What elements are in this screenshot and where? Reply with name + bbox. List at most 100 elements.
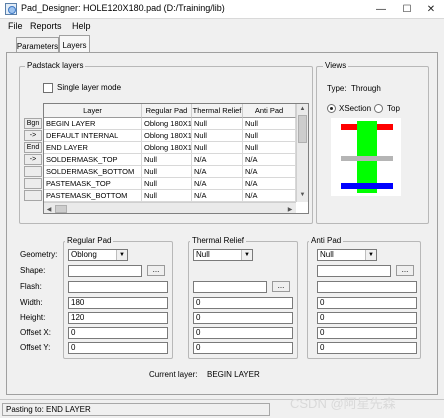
regular-pad-geometry-select[interactable]: Oblong ▼ (68, 249, 128, 261)
regular-pad-height-input[interactable]: 120 (68, 312, 168, 324)
single-layer-mode-checkbox[interactable] (43, 83, 53, 93)
regular-pad-flash-input[interactable] (68, 281, 168, 293)
chevron-down-icon[interactable]: ▼ (365, 250, 376, 260)
column-header-layer[interactable]: Layer (44, 104, 142, 118)
cell-thermal-relief[interactable]: N/A (192, 166, 243, 178)
app-icon (5, 3, 17, 15)
cell-layer[interactable]: BEGIN LAYER (44, 118, 142, 130)
scroll-right-icon[interactable]: ▶ (285, 204, 295, 213)
anti-pad-shape-browse-button[interactable]: ... (396, 265, 414, 276)
thermal-relief-width-input[interactable]: 0 (193, 297, 293, 309)
cell-layer[interactable]: PASTEMASK_TOP (44, 178, 142, 190)
scroll-left-icon[interactable]: ◀ (44, 204, 54, 213)
cell-anti-pad[interactable]: N/A (243, 166, 296, 178)
chevron-down-icon[interactable]: ▼ (116, 250, 127, 260)
cell-thermal-relief[interactable]: N/A (192, 178, 243, 190)
height-label: Height: (20, 313, 46, 322)
cell-anti-pad[interactable]: N/A (243, 154, 296, 166)
table-row[interactable]: DEFAULT INTERNALOblong 180X120NullNull (44, 130, 296, 142)
menu-bar: File Reports Help (0, 19, 444, 33)
menu-reports[interactable]: Reports (30, 21, 62, 31)
scroll-down-icon[interactable]: ▼ (297, 190, 308, 200)
column-header-thermal-relief[interactable]: Thermal Relief (192, 104, 243, 118)
anti-pad-offset-x-input[interactable]: 0 (317, 327, 417, 339)
table-row[interactable]: BEGIN LAYEROblong 180X120NullNull (44, 118, 296, 130)
padstack-layers-title: Padstack layers (25, 61, 86, 70)
layer-table-horizontal-scrollbar[interactable]: ◀ ▶ (44, 202, 296, 213)
table-row[interactable]: SOLDERMASK_BOTTOM Null N/A N/A (44, 166, 296, 178)
geometry-label: Geometry: (20, 250, 58, 259)
thermal-relief-height-input[interactable]: 0 (193, 312, 293, 324)
regular-pad-offset-y-input[interactable]: 0 (68, 342, 168, 354)
cell-layer[interactable]: END LAYER (44, 142, 142, 154)
vertical-scroll-thumb[interactable] (298, 115, 307, 143)
layer-table[interactable]: Layer Regular Pad Thermal Relief Anti Pa… (43, 103, 309, 214)
chevron-down-icon[interactable]: ▼ (241, 250, 252, 260)
column-header-regular-pad[interactable]: Regular Pad (142, 104, 192, 118)
anti-pad-flash-input[interactable] (317, 281, 417, 293)
layers-panel: Padstack layers Single layer mode Layer … (6, 52, 438, 395)
cell-thermal-relief[interactable]: N/A (192, 190, 243, 202)
cell-layer[interactable]: DEFAULT INTERNAL (44, 130, 142, 142)
scroll-up-icon[interactable]: ▲ (297, 104, 308, 114)
cell-anti-pad[interactable]: Null (243, 130, 296, 142)
cell-regular-pad[interactable]: Null (142, 178, 192, 190)
regular-pad-width-input[interactable]: 180 (68, 297, 168, 309)
cell-thermal-relief[interactable]: Null (192, 118, 243, 130)
anti-pad-offset-y-input[interactable]: 0 (317, 342, 417, 354)
row-copy-button[interactable] (24, 178, 42, 189)
thermal-relief-offset-x-input[interactable]: 0 (193, 327, 293, 339)
top-view-radio[interactable] (374, 104, 383, 113)
layer-table-vertical-scrollbar[interactable]: ▲ ▼ (296, 104, 308, 202)
anti-pad-shape-input[interactable] (317, 265, 391, 277)
anti-pad-width-input[interactable]: 0 (317, 297, 417, 309)
table-row[interactable]: PASTEMASK_TOP Null N/A N/A (44, 178, 296, 190)
table-row[interactable]: PASTEMASK_BOTTOM Null N/A N/A (44, 190, 296, 202)
regular-pad-shape-input[interactable] (68, 265, 142, 277)
menu-file[interactable]: File (8, 21, 23, 31)
regular-pad-title: Regular Pad (65, 236, 114, 245)
cell-layer[interactable]: PASTEMASK_BOTTOM (44, 190, 142, 202)
cell-thermal-relief[interactable]: Null (192, 130, 243, 142)
status-text: Pasting to: END LAYER (2, 403, 270, 416)
cell-regular-pad[interactable]: Null (142, 154, 192, 166)
cell-anti-pad[interactable]: N/A (243, 178, 296, 190)
row-copy-button[interactable] (24, 190, 42, 201)
maximize-icon[interactable]: ☐ (394, 0, 420, 19)
row-copy-button[interactable]: -> (24, 154, 42, 165)
anti-pad-geometry-select[interactable]: Null ▼ (317, 249, 377, 261)
cell-anti-pad[interactable]: Null (243, 118, 296, 130)
row-copy-button[interactable]: End (24, 142, 42, 153)
horizontal-scroll-thumb[interactable] (55, 205, 67, 213)
cell-anti-pad[interactable]: N/A (243, 190, 296, 202)
cell-layer[interactable]: SOLDERMASK_TOP (44, 154, 142, 166)
cell-thermal-relief[interactable]: N/A (192, 154, 243, 166)
table-row[interactable]: END LAYEROblong 180X120NullNull (44, 142, 296, 154)
row-copy-button[interactable]: Bgn (24, 118, 42, 129)
regular-pad-shape-browse-button[interactable]: ... (147, 265, 165, 276)
cell-anti-pad[interactable]: Null (243, 142, 296, 154)
thermal-relief-title: Thermal Relief (190, 236, 247, 245)
thermal-relief-offset-y-input[interactable]: 0 (193, 342, 293, 354)
row-copy-button[interactable]: -> (24, 130, 42, 141)
anti-pad-height-input[interactable]: 0 (317, 312, 417, 324)
close-icon[interactable]: ✕ (418, 0, 444, 19)
cell-regular-pad[interactable]: Oblong 180X120 (142, 118, 192, 130)
cell-layer[interactable]: SOLDERMASK_BOTTOM (44, 166, 142, 178)
thermal-relief-flash-browse-button[interactable]: ... (272, 281, 290, 292)
row-copy-button[interactable] (24, 166, 42, 177)
thermal-relief-flash-input[interactable] (193, 281, 267, 293)
cell-thermal-relief[interactable]: Null (192, 142, 243, 154)
thermal-relief-geometry-select[interactable]: Null ▼ (193, 249, 253, 261)
cell-regular-pad[interactable]: Oblong 180X120 (142, 130, 192, 142)
cell-regular-pad[interactable]: Oblong 180X120 (142, 142, 192, 154)
menu-help[interactable]: Help (72, 21, 91, 31)
table-row[interactable]: SOLDERMASK_TOP Null N/A N/A (44, 154, 296, 166)
xsection-radio[interactable] (327, 104, 336, 113)
minimize-icon[interactable]: — (368, 0, 394, 19)
cell-regular-pad[interactable]: Null (142, 166, 192, 178)
cell-regular-pad[interactable]: Null (142, 190, 192, 202)
regular-pad-offset-x-input[interactable]: 0 (68, 327, 168, 339)
column-header-anti-pad[interactable]: Anti Pad (243, 104, 296, 118)
tab-strip: Parameters Layers (0, 33, 444, 54)
